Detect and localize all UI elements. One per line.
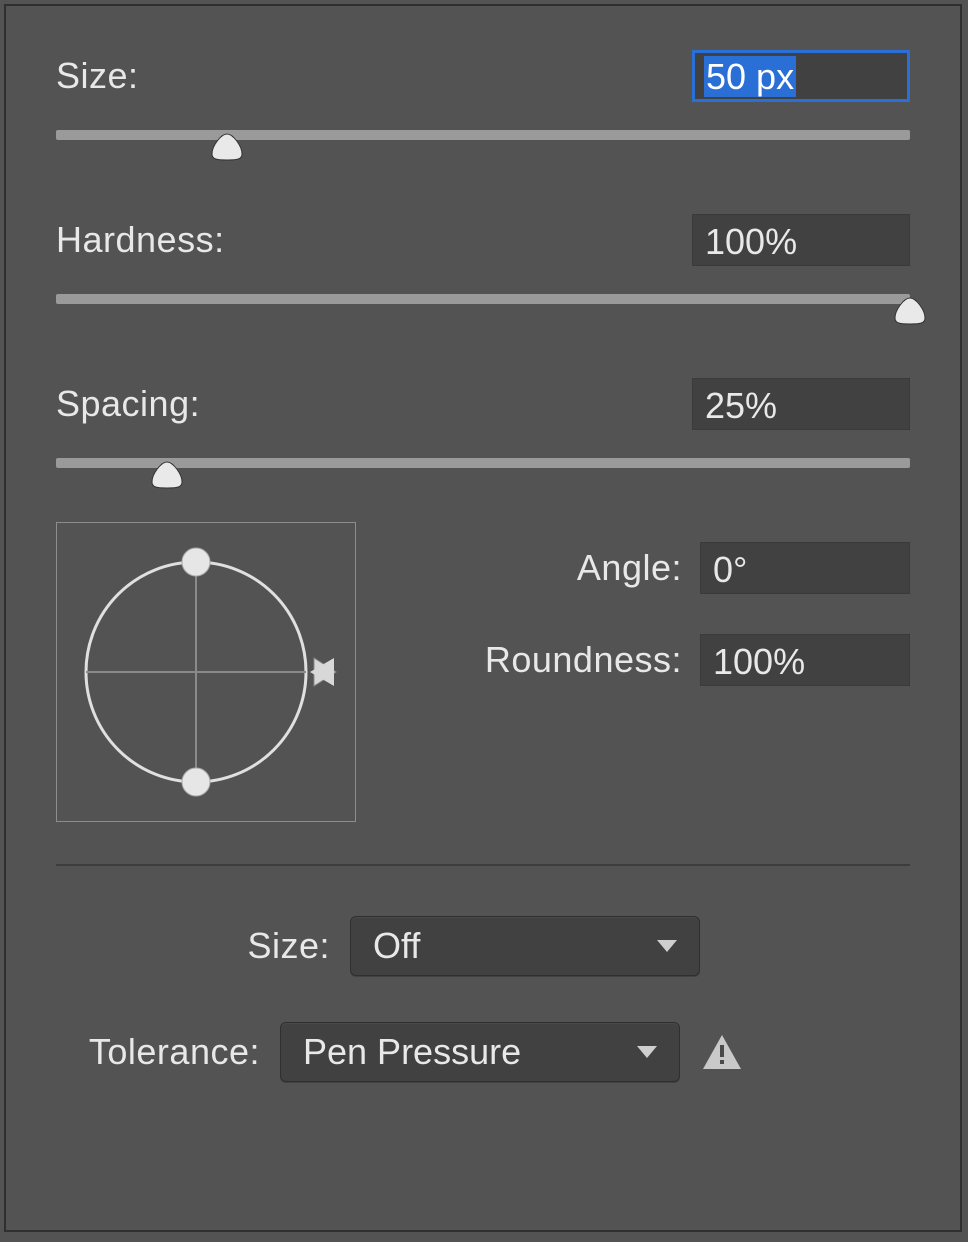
spacing-row: Spacing: 25% [56,378,910,430]
roundness-field: Roundness: 100% [386,634,910,686]
size-row: Size: 50 px [56,50,910,102]
brush-settings-panel: Size: 50 px Hardness: 100% Spacing: 25% [4,4,962,1232]
brush-shape-fields: Angle: 0° Roundness: 100% [386,522,910,726]
chevron-down-icon [637,1046,657,1058]
spacing-slider-thumb[interactable] [148,460,186,490]
hardness-label: Hardness: [56,219,225,261]
dyn-size-label: Size: [150,925,330,967]
dyn-size-dropdown[interactable]: Off [350,916,700,976]
chevron-down-icon [657,940,677,952]
brush-angle-icon [66,532,346,812]
angle-field: Angle: 0° [386,542,910,594]
spacing-slider[interactable] [56,452,910,482]
tolerance-dropdown[interactable]: Pen Pressure [280,1022,680,1082]
angle-label: Angle: [577,547,682,589]
hardness-slider-thumb[interactable] [891,296,929,326]
hardness-slider[interactable] [56,288,910,318]
spacing-label: Spacing: [56,383,200,425]
tolerance-row: Tolerance: Pen Pressure [56,1022,910,1082]
size-label: Size: [56,55,139,97]
dyn-size-value: Off [373,925,420,967]
brush-angle-widget[interactable] [56,522,356,822]
section-divider [56,864,910,866]
spacing-input[interactable]: 25% [692,378,910,430]
warning-icon [700,1032,744,1072]
brush-shape-section: Angle: 0° Roundness: 100% [56,522,910,822]
size-slider[interactable] [56,124,910,154]
roundness-input[interactable]: 100% [700,634,910,686]
hardness-row: Hardness: 100% [56,214,910,266]
size-slider-thumb[interactable] [208,132,246,162]
tolerance-value: Pen Pressure [303,1031,521,1073]
dyn-size-row: Size: Off [56,916,910,976]
size-slider-track [56,130,910,140]
roundness-label: Roundness: [485,639,682,681]
tolerance-label: Tolerance: [70,1031,260,1073]
hardness-input[interactable]: 100% [692,214,910,266]
size-input[interactable]: 50 px [692,50,910,102]
hardness-slider-track [56,294,910,304]
angle-input[interactable]: 0° [700,542,910,594]
